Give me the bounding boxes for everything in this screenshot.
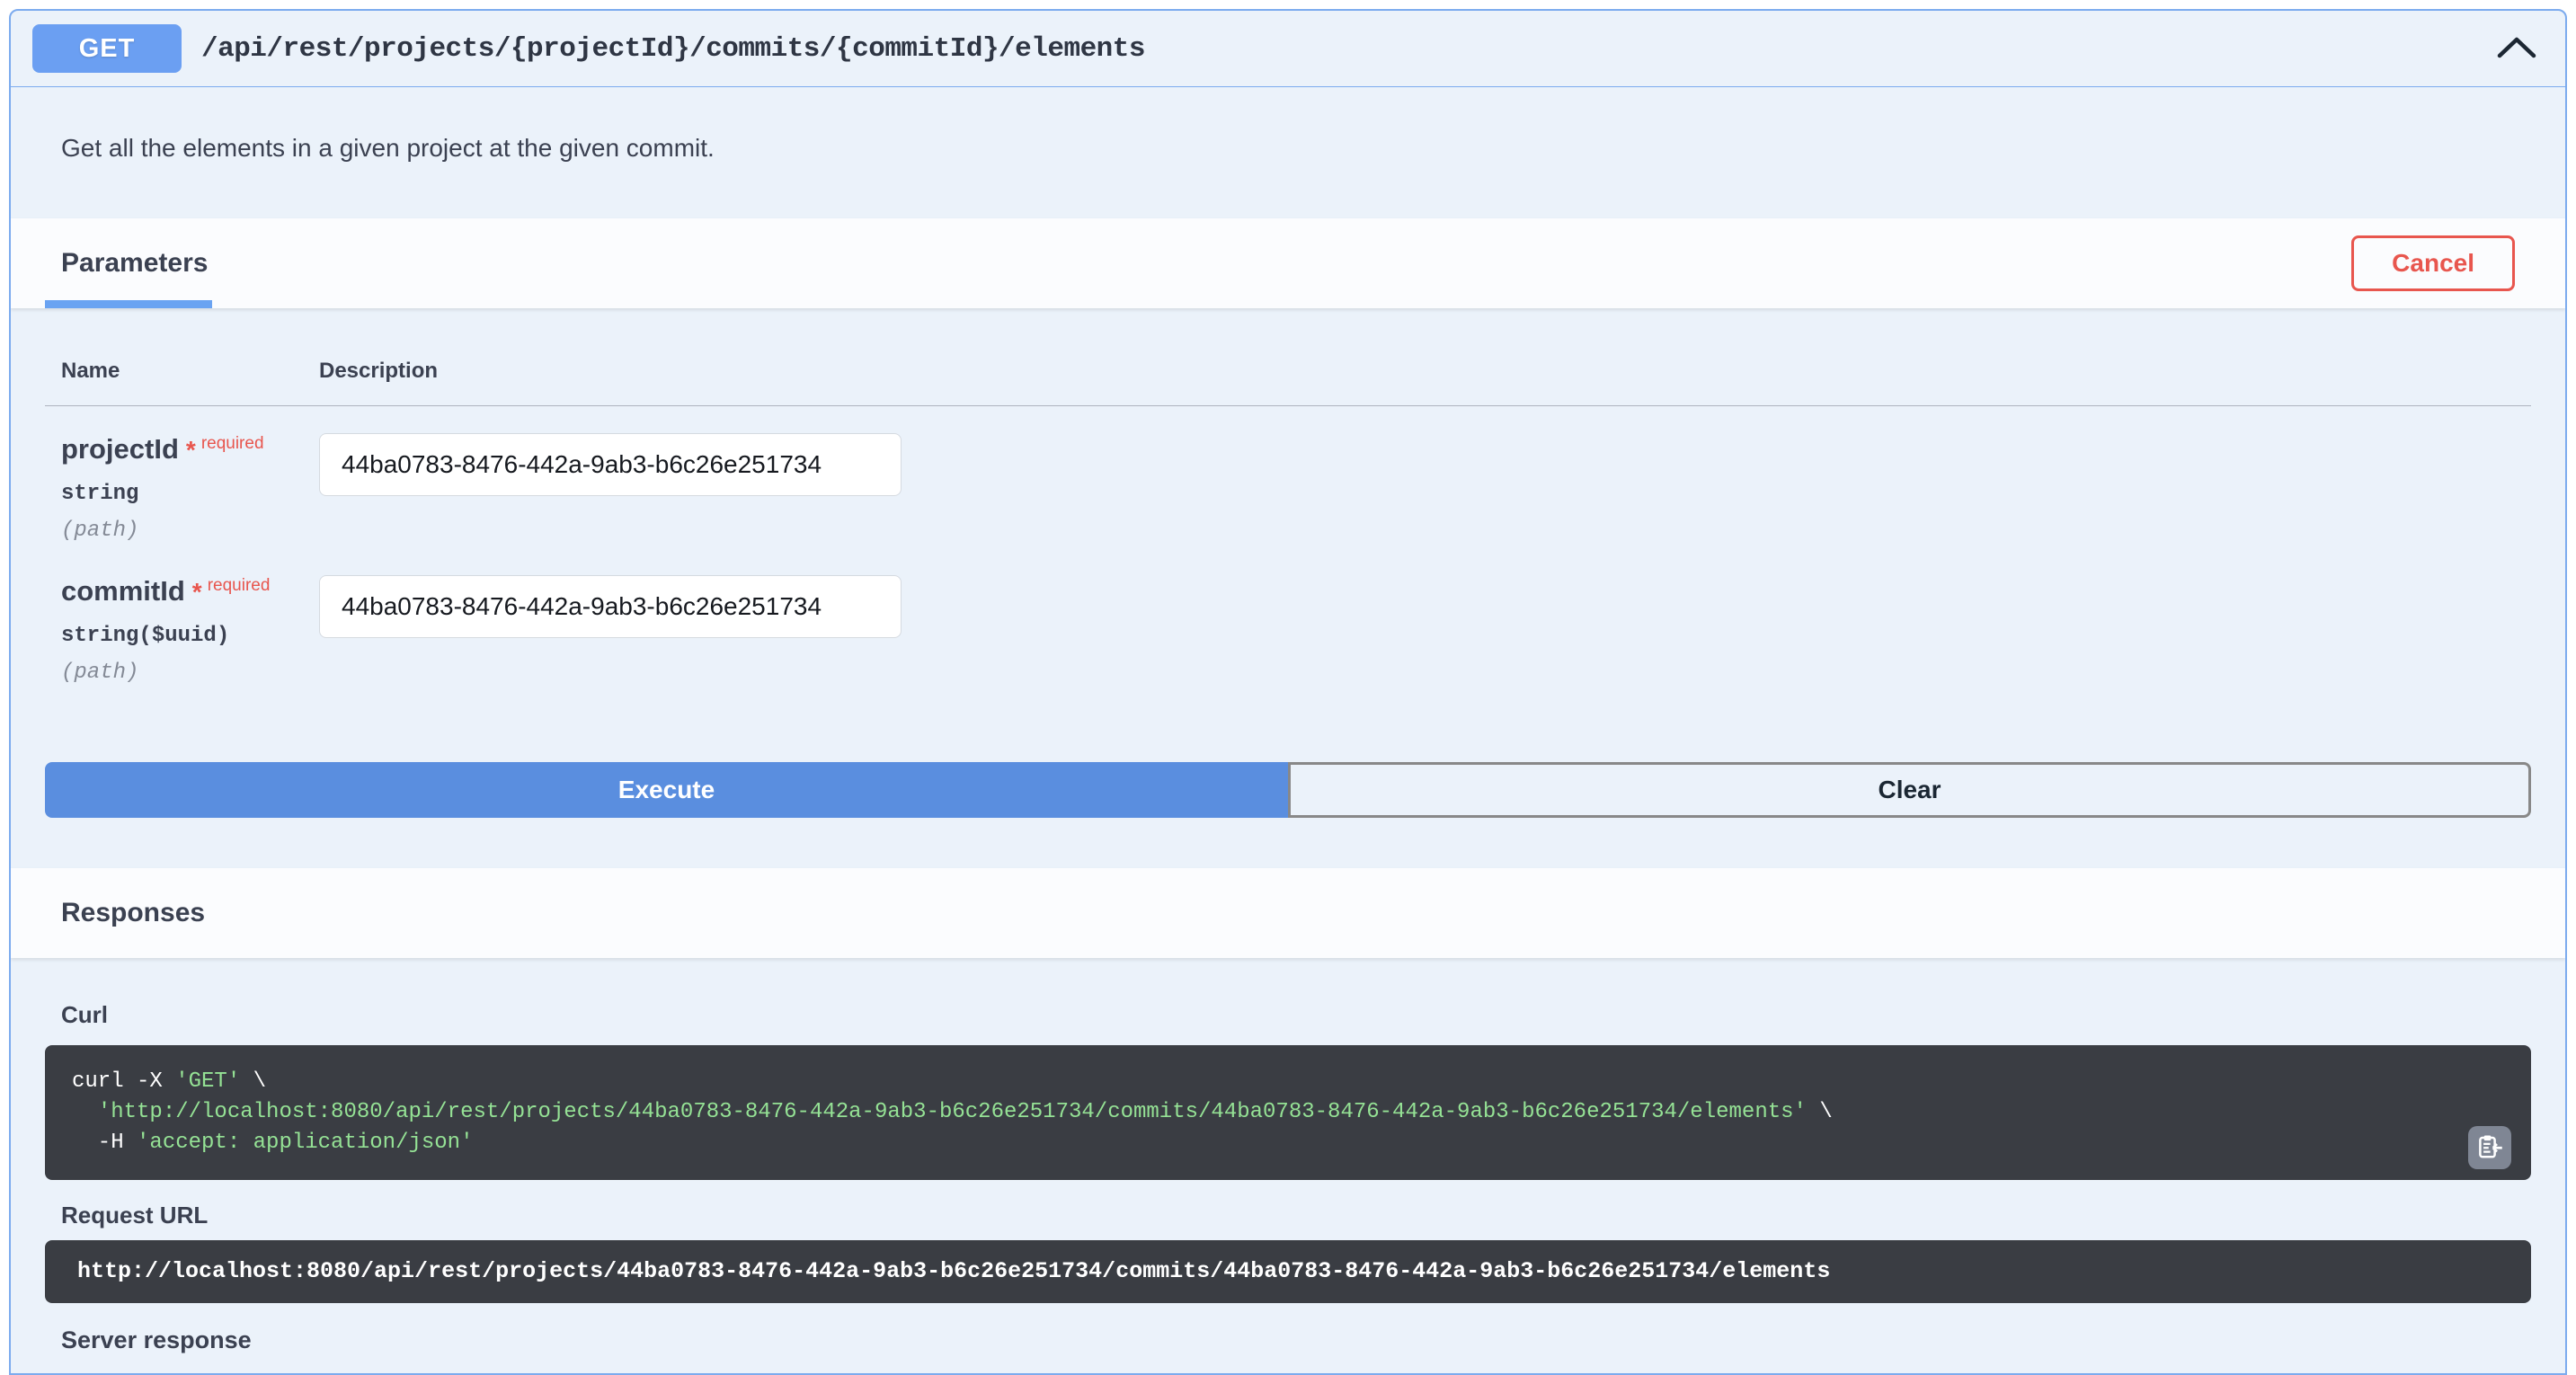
request-url-value: http://localhost:8080/api/rest/projects/… [45, 1240, 2531, 1303]
commitid-input[interactable] [319, 575, 902, 638]
parameter-meta: projectId* required string (path) [61, 433, 319, 543]
curl-text: \ [240, 1069, 266, 1094]
required-label: required [201, 434, 264, 453]
server-response-label: Server response [61, 1326, 2531, 1354]
curl-text: \ [1807, 1100, 1833, 1124]
parameter-name: commitId* required [61, 575, 319, 608]
request-url-label: Request URL [61, 1202, 2531, 1229]
description-column-header: Description [319, 359, 438, 384]
parameters-table-header: Name Description [45, 308, 2531, 406]
parameter-row-commitid: commitId* required string($uuid) (path) [45, 548, 2531, 690]
required-star: * [192, 578, 202, 606]
parameter-name-text: projectId [61, 433, 179, 465]
parameter-type: string [61, 482, 319, 506]
curl-string: 'accept: application/json' [137, 1131, 473, 1155]
curl-line: -H 'accept: application/json' [72, 1128, 2504, 1158]
http-method-badge: GET [32, 24, 182, 73]
curl-string: 'GET' [175, 1069, 240, 1094]
chevron-up-icon [2497, 35, 2536, 62]
api-operation-panel: GET /api/rest/projects/{projectId}/commi… [9, 9, 2567, 1375]
parameter-name: projectId* required [61, 433, 319, 466]
curl-line: 'http://localhost:8080/api/rest/projects… [72, 1097, 2504, 1128]
cancel-button[interactable]: Cancel [2351, 235, 2515, 291]
clipboard-copy-icon [2476, 1133, 2503, 1163]
curl-command-block: curl -X 'GET' \ 'http://localhost:8080/a… [45, 1045, 2531, 1180]
required-star: * [186, 436, 196, 464]
endpoint-path: /api/rest/projects/{projectId}/commits/{… [201, 33, 1145, 65]
parameter-name-text: commitId [61, 575, 185, 607]
execute-button[interactable]: Execute [45, 762, 1288, 818]
parameters-header-band: Parameters Cancel [11, 218, 2565, 308]
clear-button[interactable]: Clear [1288, 762, 2531, 818]
operation-summary-header[interactable]: GET /api/rest/projects/{projectId}/commi… [11, 11, 2565, 87]
responses-title: Responses [61, 898, 205, 928]
parameter-row-projectid: projectId* required string (path) [45, 406, 2531, 548]
curl-line: curl -X 'GET' \ [72, 1067, 2504, 1097]
parameter-location: (path) [61, 661, 319, 685]
curl-label: Curl [61, 1001, 2531, 1029]
curl-string: 'http://localhost:8080/api/rest/projects… [98, 1100, 1807, 1124]
parameter-value-cell [319, 433, 902, 543]
responses-area: Curl curl -X 'GET' \ 'http://localhost:8… [11, 1001, 2565, 1375]
parameters-area: Name Description projectId*required stri… [11, 308, 2565, 868]
required-label: required [208, 576, 271, 595]
tab-parameters: Parameters [61, 248, 208, 279]
parameter-location: (path) [61, 519, 319, 543]
operation-description: Get all the elements in a given project … [11, 87, 2565, 218]
collapse-operation-button[interactable] [2490, 28, 2544, 69]
curl-text: -H [72, 1131, 137, 1155]
active-tab-underline [45, 300, 212, 308]
projectid-input[interactable] [319, 433, 902, 496]
name-column-header: Name [61, 359, 319, 384]
curl-text: curl -X [72, 1069, 175, 1094]
curl-text [72, 1100, 98, 1124]
parameter-meta: commitId* required string($uuid) (path) [61, 575, 319, 685]
copy-to-clipboard-button[interactable] [2468, 1126, 2511, 1169]
parameter-type: string($uuid) [61, 624, 319, 648]
execute-button-row: Execute Clear [45, 762, 2531, 818]
parameter-value-cell [319, 575, 902, 685]
responses-header-band: Responses [11, 868, 2565, 958]
